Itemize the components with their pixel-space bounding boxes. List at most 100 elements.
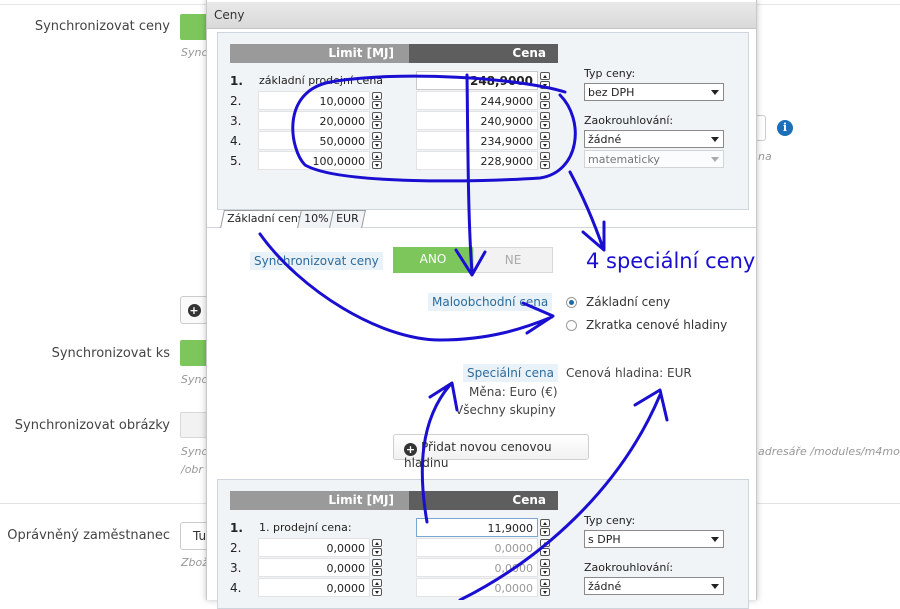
price-input[interactable]: 234,9000 <box>416 131 538 150</box>
right-input[interactable] <box>756 115 766 141</box>
limit-input[interactable]: 0,0000 <box>258 538 370 557</box>
radio-level-shortcut[interactable] <box>566 320 577 331</box>
price-spinner[interactable] <box>540 519 550 537</box>
price-input[interactable]: 240,9000 <box>416 111 538 130</box>
employee-label: Oprávněný zaměstnanec <box>7 528 170 543</box>
row-label: základní prodejní cena <box>259 74 384 87</box>
add-button-bg[interactable]: + <box>180 296 208 324</box>
retail-price-label: Maloobchodní cena <box>428 293 553 311</box>
col-limit-header: Limit [MJ] <box>230 491 409 510</box>
price-spinner[interactable] <box>540 559 550 577</box>
limit-spinner[interactable] <box>372 92 382 110</box>
row-number: 3. <box>230 561 242 575</box>
rounding-value: žádné <box>588 580 622 593</box>
panel-title: Ceny <box>207 2 756 29</box>
price-input[interactable]: 0,0000 <box>416 538 538 557</box>
grid-header: Limit [MJ] Cena <box>230 491 558 510</box>
sync-prices-switch[interactable]: ANO NE <box>393 247 553 273</box>
limit-spinner[interactable] <box>372 112 382 130</box>
price-input[interactable]: 248,9000 <box>416 71 538 90</box>
radio-basic-prices-label: Základní ceny <box>586 295 671 309</box>
limit-spinner[interactable] <box>372 539 382 557</box>
limit-input[interactable]: 0,0000 <box>258 578 370 597</box>
chevron-down-icon <box>711 90 719 95</box>
radio-level-shortcut-label: Zkratka cenové hladiny <box>586 318 728 332</box>
rounding-mode-select: matematicky <box>584 150 724 168</box>
rounding-select[interactable]: žádné <box>584 577 724 595</box>
price-input[interactable]: 0,0000 <box>416 558 538 577</box>
limit-input[interactable]: 20,0000 <box>258 111 370 130</box>
limit-spinner[interactable] <box>372 559 382 577</box>
price-input[interactable]: 244,9000 <box>416 91 538 110</box>
row-number: 5. <box>230 154 242 168</box>
sync-qty-toggle[interactable] <box>180 340 208 366</box>
limit-spinner[interactable] <box>372 579 382 597</box>
special-price-box: Limit [MJ] Cena 1. 1. prodejní cena: 11,… <box>217 479 749 609</box>
info-icon[interactable]: i <box>777 120 793 136</box>
chevron-down-icon <box>711 584 719 589</box>
price-row: 4. 50,0000 234,9000 <box>218 131 558 151</box>
sync-prices-field-label: Synchronizovat ceny <box>250 252 383 270</box>
annotation-text: 4 speciální ceny <box>586 249 756 273</box>
grid-header: Limit [MJ] Cena <box>230 44 558 63</box>
sync-prices-toggle[interactable] <box>180 14 208 40</box>
limit-spinner[interactable] <box>372 152 382 170</box>
price-spinner[interactable] <box>540 72 550 90</box>
right-path-hint: adresáře /modules/m4mo <box>758 445 900 458</box>
limit-input[interactable]: 10,0000 <box>258 91 370 110</box>
price-spinner[interactable] <box>540 579 550 597</box>
price-type-select[interactable]: s DPH <box>584 530 724 548</box>
row-number: 2. <box>230 541 242 555</box>
rounding-value: žádné <box>588 133 622 146</box>
price-input[interactable]: 11,9000 <box>416 518 538 537</box>
price-type-label: Typ ceny: <box>584 514 636 527</box>
price-row: 1. základní prodejní cena 248,9000 <box>218 71 558 91</box>
groups-text: Všechny skupiny <box>455 403 556 417</box>
rounding-label: Zaokrouhlování: <box>584 561 674 574</box>
limit-input[interactable]: 0,0000 <box>258 558 370 577</box>
price-spinner[interactable] <box>540 112 550 130</box>
price-type-select[interactable]: bez DPH <box>584 83 724 101</box>
toggle-no[interactable]: NE <box>473 247 553 273</box>
radio-basic-prices[interactable] <box>566 297 577 308</box>
price-row: 2. 0,0000 0,0000 <box>218 538 558 558</box>
limit-input[interactable]: 100,0000 <box>258 151 370 170</box>
col-limit-header: Limit [MJ] <box>230 44 409 63</box>
limit-spinner[interactable] <box>372 132 382 150</box>
sync-images-hint-path: /obr <box>181 463 203 476</box>
row-number: 1. <box>230 521 243 535</box>
sync-images-toggle[interactable] <box>180 412 208 438</box>
limit-input[interactable]: 50,0000 <box>258 131 370 150</box>
sync-prices-hint: Sync <box>181 46 208 59</box>
chevron-down-icon <box>711 537 719 542</box>
plus-icon: + <box>404 443 417 456</box>
row-number: 4. <box>230 581 242 595</box>
price-input[interactable]: 0,0000 <box>416 578 538 597</box>
toggle-yes[interactable]: ANO <box>393 247 473 273</box>
row-label: 1. prodejní cena: <box>259 521 352 534</box>
sync-qty-label: Synchronizovat ks <box>51 346 170 361</box>
price-row: 3. 0,0000 0,0000 <box>218 558 558 578</box>
price-spinner[interactable] <box>540 152 550 170</box>
special-price-label: Speciální cena <box>463 364 558 382</box>
row-number: 1. <box>230 74 243 88</box>
price-input[interactable]: 228,9000 <box>416 151 538 170</box>
price-row: 5. 100,0000 228,9000 <box>218 151 558 171</box>
price-row: 2. 10,0000 244,9000 <box>218 91 558 111</box>
plus-icon: + <box>187 303 201 317</box>
price-row: 4. 0,0000 0,0000 <box>218 578 558 598</box>
sync-prices-label: Synchronizovat ceny <box>34 19 170 34</box>
tab-eur[interactable]: EUR <box>329 210 366 228</box>
employee-hint: Zbož <box>181 556 209 569</box>
add-price-level-label: Přidat novou cenovou hladinu <box>404 440 552 470</box>
row-number: 4. <box>230 134 242 148</box>
price-spinner[interactable] <box>540 132 550 150</box>
price-spinner[interactable] <box>540 539 550 557</box>
currency-text: Měna: Euro (€) <box>469 385 558 399</box>
price-type-value: bez DPH <box>588 86 635 99</box>
price-spinner[interactable] <box>540 92 550 110</box>
col-price-header: Cena <box>409 491 558 510</box>
add-price-level-button[interactable]: + Přidat novou cenovou hladinu <box>393 434 589 470</box>
rounding-select[interactable]: žádné <box>584 130 724 148</box>
sync-images-label: Synchronizovat obrázky <box>14 418 170 433</box>
